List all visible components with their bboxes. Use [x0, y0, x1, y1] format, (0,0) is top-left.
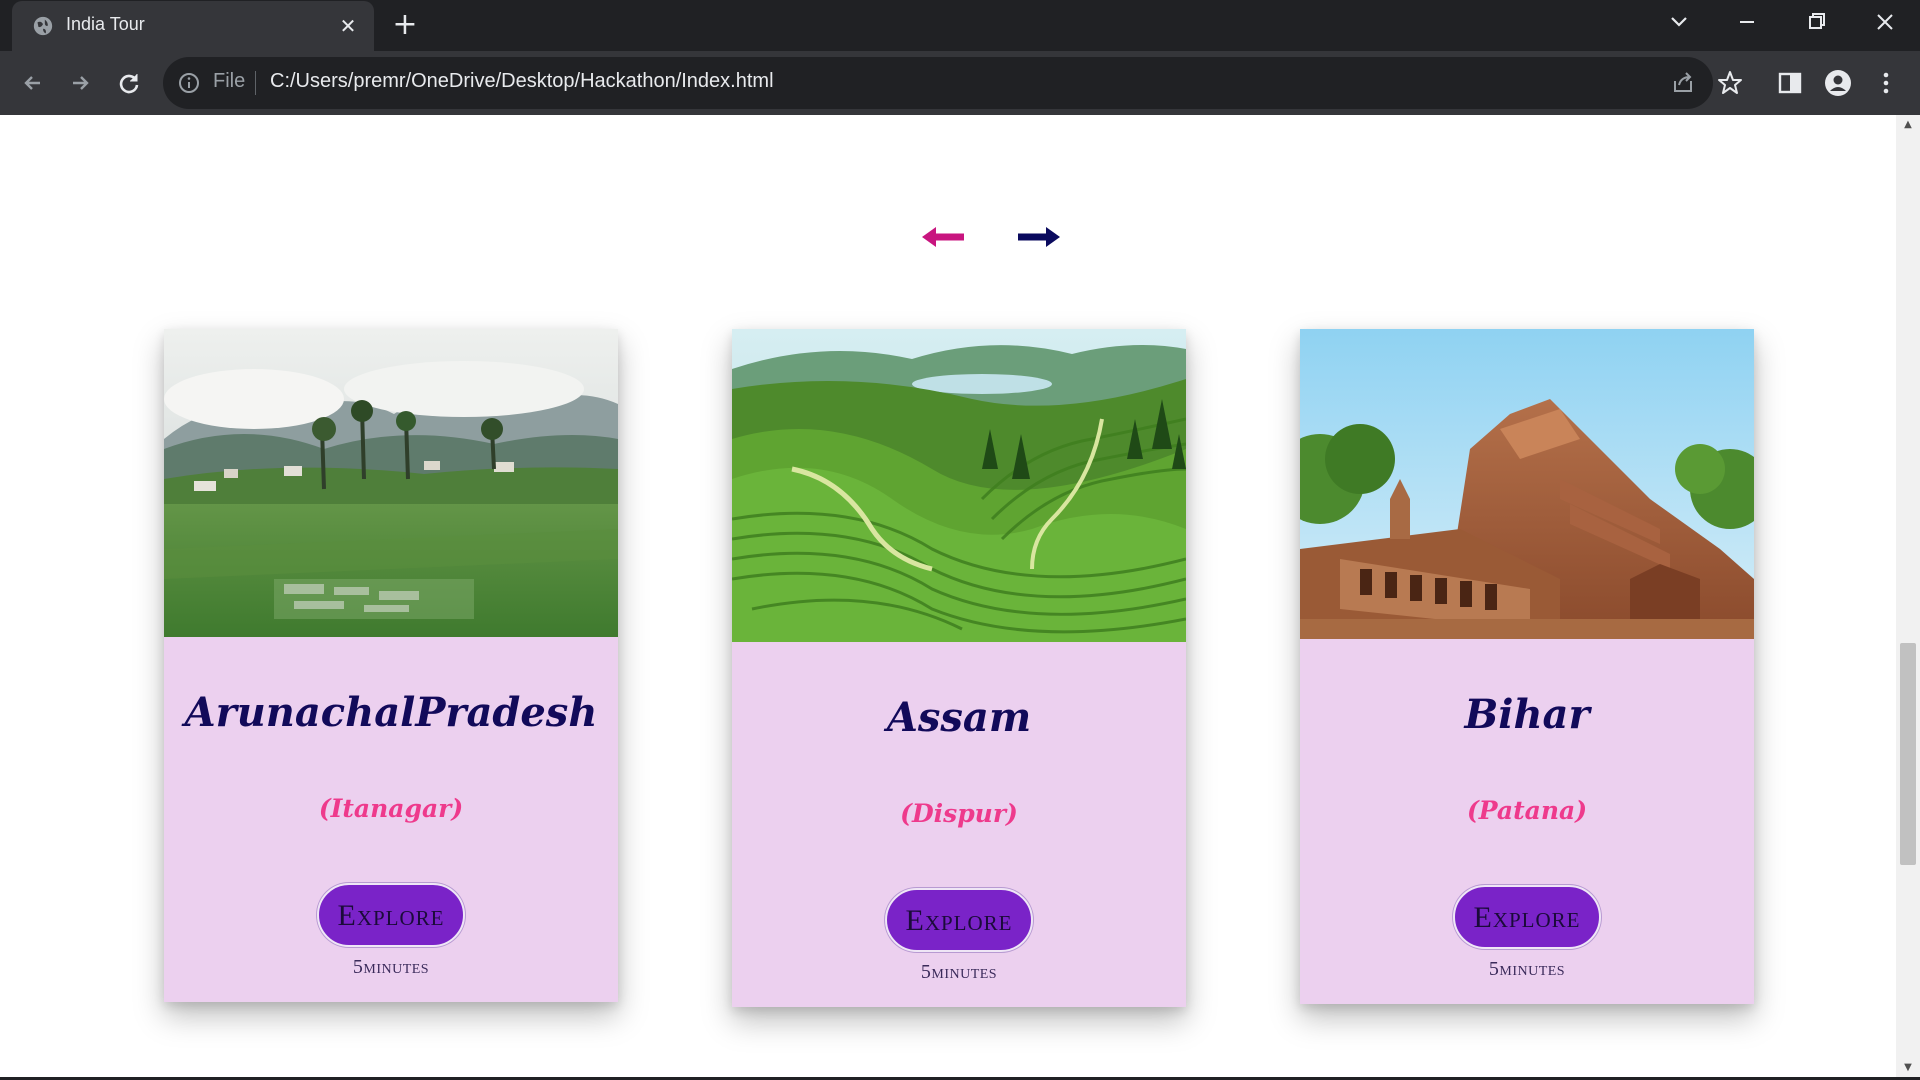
scroll-down-icon[interactable]: ▼	[1896, 1058, 1920, 1078]
more-menu-icon[interactable]	[1872, 69, 1900, 97]
back-icon[interactable]	[18, 68, 48, 98]
state-capital: (Dispur)	[900, 799, 1018, 828]
arrow-right-icon[interactable]	[1014, 222, 1062, 252]
explore-button[interactable]: Explore	[885, 888, 1033, 952]
read-time: 5minutes	[920, 961, 998, 983]
hills-village-photo	[164, 329, 618, 637]
url-scheme-label: File	[213, 70, 246, 92]
state-capital: (Itanagar)	[318, 794, 464, 823]
minimize-icon[interactable]	[1729, 8, 1765, 36]
side-panel-icon[interactable]	[1776, 69, 1804, 97]
reload-icon[interactable]	[114, 68, 144, 98]
read-time: 5minutes	[352, 956, 430, 978]
state-name: Bihar	[1464, 691, 1590, 738]
state-card-arunachal: ArunachalPradesh (Itanagar) Explore 5min…	[164, 329, 618, 1002]
state-card-bihar: Bihar (Patana) Explore 5minutes	[1300, 329, 1754, 1004]
browser-titlebar: India Tour ✕ +	[0, 0, 1920, 51]
share-icon[interactable]	[1669, 69, 1697, 97]
arrow-left-icon[interactable]	[920, 222, 968, 252]
state-capital: (Patana)	[1466, 796, 1588, 825]
state-name: Assam	[886, 694, 1032, 741]
state-card-assam: Assam (Dispur) Explore 5minutes	[732, 329, 1186, 1007]
globe-icon	[33, 16, 53, 36]
new-tab-button[interactable]: +	[391, 10, 419, 40]
explore-button[interactable]: Explore	[317, 883, 465, 947]
state-name: ArunachalPradesh	[184, 689, 598, 736]
tea-garden-photo	[732, 329, 1186, 642]
nalanda-ruins-photo	[1300, 329, 1754, 639]
tab-search-icon[interactable]	[1661, 8, 1697, 36]
profile-avatar-icon[interactable]	[1824, 69, 1852, 97]
explore-button[interactable]: Explore	[1453, 885, 1601, 949]
url-text[interactable]: C:/Users/premr/OneDrive/Desktop/Hackatho…	[270, 70, 774, 93]
tab-title: India Tour	[66, 14, 145, 34]
info-icon[interactable]	[178, 72, 200, 94]
close-tab-icon[interactable]: ✕	[336, 14, 360, 38]
bookmark-star-icon[interactable]	[1716, 69, 1744, 97]
page-scrollbar[interactable]: ▲ ▼	[1896, 115, 1920, 1078]
scroll-up-icon[interactable]: ▲	[1896, 115, 1920, 135]
forward-icon[interactable]	[65, 68, 95, 98]
read-time: 5minutes	[1488, 958, 1566, 980]
omnibox-divider	[255, 71, 256, 95]
restore-icon[interactable]	[1798, 8, 1834, 36]
close-window-icon[interactable]	[1867, 8, 1903, 36]
scrollbar-thumb[interactable]	[1900, 643, 1916, 865]
page-viewport: ArunachalPradesh (Itanagar) Explore 5min…	[0, 115, 1896, 1080]
browser-tab[interactable]: India Tour ✕	[12, 1, 374, 51]
